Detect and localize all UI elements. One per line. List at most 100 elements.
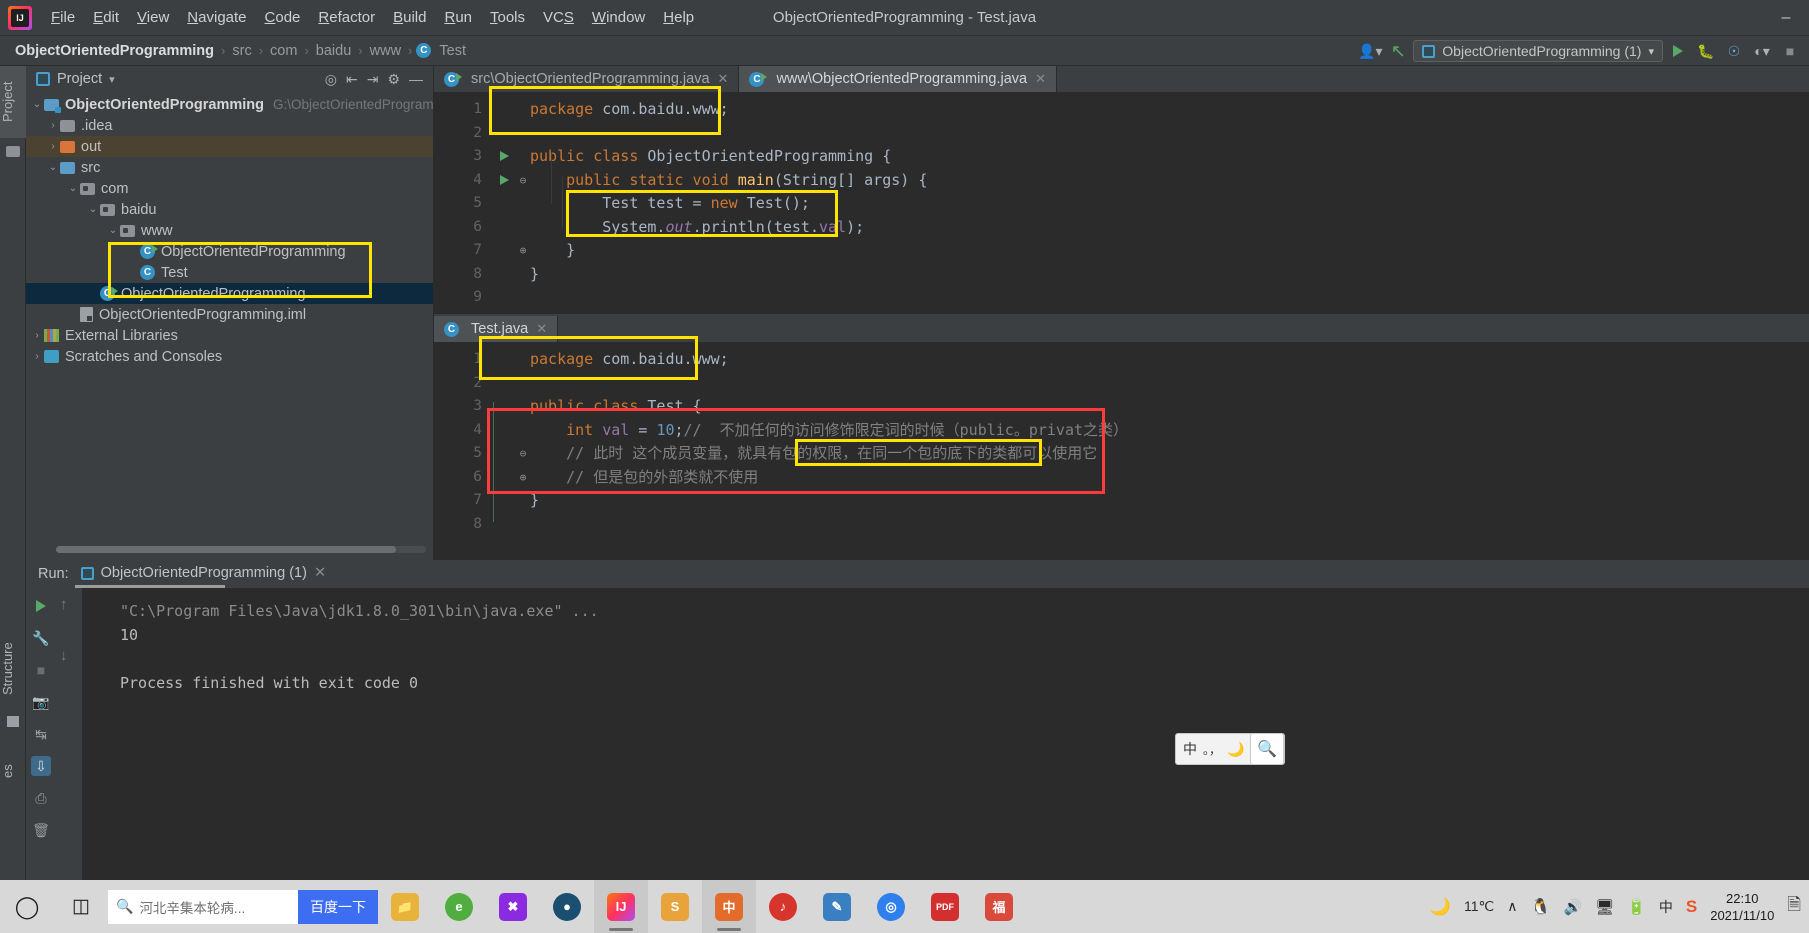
sidebar-item-structure[interactable]: Structure bbox=[0, 626, 26, 712]
chevron-right-icon[interactable]: › bbox=[30, 330, 44, 341]
qq-penguin-icon[interactable]: 🐧 bbox=[1531, 897, 1551, 917]
windows-start-icon[interactable]: ◯ bbox=[0, 880, 54, 933]
moon-icon[interactable]: 🌙 bbox=[1227, 741, 1244, 758]
menu-vcs[interactable]: VCS bbox=[534, 6, 583, 29]
chevron-right-icon[interactable]: › bbox=[46, 120, 60, 131]
collapse-all-icon[interactable]: ⇥ bbox=[367, 71, 379, 88]
print-icon[interactable]: ⎙ bbox=[31, 788, 51, 808]
menu-view[interactable]: View bbox=[128, 6, 178, 29]
close-icon[interactable]: ✕ bbox=[314, 565, 326, 581]
breadcrumb-test[interactable]: Test bbox=[436, 43, 469, 59]
taskbar-app-netease-music[interactable]: ♪ bbox=[756, 880, 810, 933]
menu-code[interactable]: Code bbox=[256, 6, 310, 29]
tree-item-out[interactable]: › out bbox=[26, 136, 433, 157]
chevron-down-icon[interactable]: ⌄ bbox=[106, 225, 120, 236]
code-area-top[interactable]: 1 package com.baidu.www; 2 3 public class Ob… bbox=[434, 92, 1809, 310]
locate-target-icon[interactable]: ◎ bbox=[325, 71, 337, 88]
run-triangle-icon[interactable] bbox=[492, 145, 516, 169]
rerun-play-icon[interactable] bbox=[31, 596, 51, 616]
sidebar-item-favorites[interactable]: es bbox=[0, 756, 26, 786]
close-icon[interactable]: ✕ bbox=[536, 321, 547, 337]
tree-item-src[interactable]: ⌄ src bbox=[26, 157, 433, 178]
sidebar-item-project[interactable]: Project bbox=[0, 66, 26, 138]
menu-navigate[interactable]: Navigate bbox=[178, 6, 255, 29]
tree-item-oop-class[interactable]: C ObjectOrientedProgramming bbox=[26, 241, 433, 262]
notification-icon[interactable]: 🗎 bbox=[1787, 892, 1801, 921]
run-triangle-icon[interactable] bbox=[492, 169, 516, 193]
menu-help[interactable]: Help bbox=[654, 6, 703, 29]
tree-item-baidu[interactable]: ⌄ baidu bbox=[26, 199, 433, 220]
moon-icon[interactable]: 🌙 bbox=[1430, 897, 1451, 917]
tree-item-iml[interactable]: ObjectOrientedProgramming.iml bbox=[26, 304, 433, 325]
user-icon[interactable]: 👤▾ bbox=[1357, 39, 1383, 63]
tree-item-external-libraries[interactable]: › External Libraries bbox=[26, 325, 433, 346]
editor-tab-www-oop[interactable]: C www\ObjectOrientedProgramming.java ✕ bbox=[739, 66, 1057, 92]
nav-down-icon[interactable]: ↓ bbox=[60, 647, 80, 664]
taskbar-clock[interactable]: 22:10 2021/11/10 bbox=[1710, 890, 1774, 924]
fold-collapse-icon[interactable]: ⊖ bbox=[516, 442, 530, 466]
editor-tab-src-oop[interactable]: C src\ObjectOrientedProgramming.java ✕ bbox=[434, 66, 740, 92]
breadcrumb-project[interactable]: ObjectOrientedProgramming bbox=[12, 43, 217, 59]
settings-gear-icon[interactable]: ⚙ bbox=[387, 71, 400, 88]
ime-search-button[interactable]: 🔍 bbox=[1250, 733, 1284, 765]
soft-wrap-icon[interactable]: ↹ bbox=[31, 724, 51, 744]
taskbar-app-browser[interactable]: ◎ bbox=[864, 880, 918, 933]
run-triangle-icon[interactable] bbox=[1665, 39, 1691, 63]
wrench-settings-icon[interactable]: 🔧 bbox=[31, 628, 51, 648]
taskbar-app-editor[interactable]: ✎ bbox=[810, 880, 864, 933]
minimize-button[interactable]: – bbox=[1763, 0, 1809, 36]
breadcrumb-www[interactable]: www bbox=[367, 43, 404, 59]
coverage-icon[interactable]: ☉ bbox=[1721, 39, 1747, 63]
chevron-down-icon[interactable]: ⌄ bbox=[86, 204, 100, 215]
tree-item-scratches[interactable]: › Scratches and Consoles bbox=[26, 346, 433, 367]
fold-end-icon[interactable]: ⊕ bbox=[516, 239, 530, 263]
breadcrumb-com[interactable]: com bbox=[267, 43, 300, 59]
tree-item-com[interactable]: ⌄ com bbox=[26, 178, 433, 199]
breadcrumb-src[interactable]: src bbox=[229, 43, 254, 59]
profile-icon[interactable]: ◐▾ bbox=[1749, 39, 1775, 63]
menu-run[interactable]: Run bbox=[435, 6, 481, 29]
taskbar-app-file-explorer[interactable]: 📁 bbox=[378, 880, 432, 933]
debug-bug-icon[interactable]: 🐛 bbox=[1693, 39, 1719, 63]
chevron-up-icon[interactable]: ∧ bbox=[1507, 898, 1517, 915]
tree-item-oop-root-class[interactable]: C ObjectOrientedProgramming bbox=[26, 283, 433, 304]
ime-tray-icon[interactable]: 中 bbox=[1659, 897, 1673, 917]
tree-item-test-class[interactable]: C Test bbox=[26, 262, 433, 283]
close-icon[interactable]: ✕ bbox=[718, 71, 729, 87]
menu-build[interactable]: Build bbox=[384, 6, 435, 29]
chevron-down-icon[interactable]: ⌄ bbox=[66, 183, 80, 194]
fold-collapse-icon[interactable]: ⊖ bbox=[516, 169, 530, 193]
sogou-icon[interactable]: S bbox=[1686, 897, 1697, 917]
menu-refactor[interactable]: Refactor bbox=[309, 6, 384, 29]
stop-square-icon[interactable]: ■ bbox=[31, 660, 51, 680]
baidu-search-button[interactable]: 百度一下 bbox=[298, 889, 378, 924]
code-area-bottom[interactable]: 1 package com.baidu.www; 2 3 public class Te… bbox=[434, 342, 1809, 536]
fold-end-icon[interactable]: ⊕ bbox=[516, 466, 530, 490]
stop-square-icon[interactable]: ■ bbox=[1777, 39, 1803, 63]
expand-all-icon[interactable]: ⇤ bbox=[346, 71, 358, 88]
structure-icon[interactable] bbox=[7, 716, 19, 727]
nav-up-icon[interactable]: ↑ bbox=[60, 596, 80, 613]
menu-window[interactable]: Window bbox=[583, 6, 654, 29]
chevron-down-icon[interactable]: ▾ bbox=[109, 73, 115, 86]
tree-item-idea[interactable]: › .idea bbox=[26, 115, 433, 136]
console-output[interactable]: "C:\Program Files\Java\jdk1.8.0_301\bin\… bbox=[82, 588, 1809, 880]
taskbar-app-steam[interactable]: ● bbox=[540, 880, 594, 933]
breadcrumb-baidu[interactable]: baidu bbox=[313, 43, 354, 59]
network-monitor-icon[interactable]: 🖥 bbox=[1595, 898, 1614, 916]
battery-icon[interactable]: 🔋 bbox=[1627, 898, 1646, 916]
favorites-folder-icon[interactable] bbox=[6, 146, 20, 157]
chevron-right-icon[interactable]: › bbox=[30, 351, 44, 362]
chevron-down-icon[interactable]: ▾ bbox=[1648, 45, 1654, 58]
taskbar-app-ime-tool[interactable]: 中 bbox=[702, 880, 756, 933]
chevron-down-icon[interactable]: ⌄ bbox=[46, 162, 60, 173]
tree-item-project-root[interactable]: ⌄ ObjectOrientedProgramming G:\ObjectOri… bbox=[26, 94, 434, 115]
ime-punct-label[interactable]: 。， bbox=[1203, 741, 1221, 758]
update-arrow-icon[interactable]: ↖ bbox=[1385, 39, 1411, 63]
menu-file[interactable]: File bbox=[42, 6, 84, 29]
taskbar-app-sublime-text[interactable]: S bbox=[648, 880, 702, 933]
taskbar-app-intellij-idea[interactable]: IJ bbox=[594, 880, 648, 933]
menu-edit[interactable]: Edit bbox=[84, 6, 128, 29]
taskbar-app-pdf-reader[interactable]: PDF bbox=[918, 880, 972, 933]
volume-icon[interactable]: 🔊 bbox=[1563, 898, 1582, 916]
